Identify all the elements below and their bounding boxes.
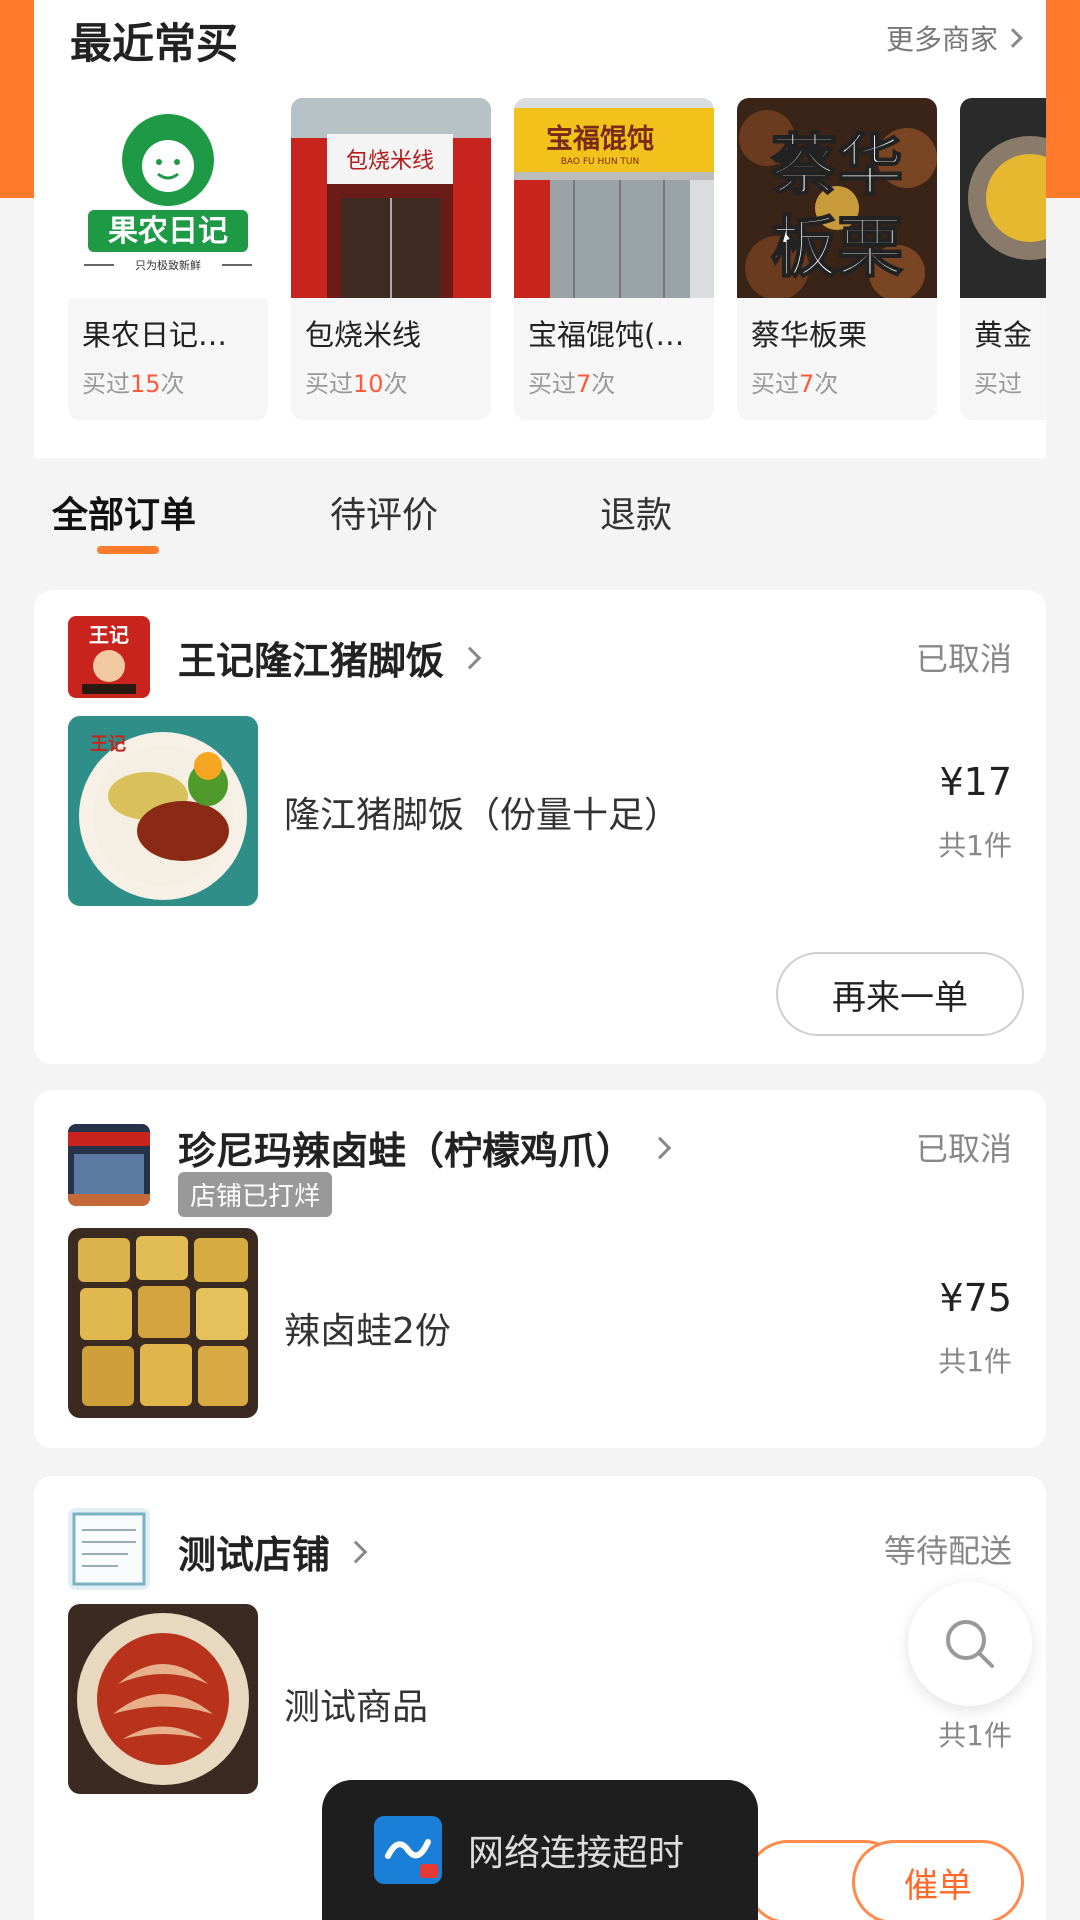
order-status: 等待配送	[883, 1532, 1012, 1570]
store-buy-count: 买过7次	[751, 370, 839, 398]
store-name: 蔡华板栗	[751, 318, 868, 352]
goods-name: 隆江猪脚饭（份量十足）	[284, 795, 681, 836]
store-buy-count: 买过10次	[305, 370, 408, 398]
goods-image	[68, 1604, 258, 1794]
network-timeout-toast: 网络连接超时	[322, 1780, 758, 1920]
chevron-right-icon	[648, 1136, 672, 1159]
shop-closed-badge: 店铺已打烊	[178, 1172, 333, 1217]
shop-logo-text: 王记	[89, 623, 129, 647]
chevron-right-icon	[1003, 28, 1023, 48]
shop-logo	[68, 1508, 150, 1590]
floating-search-button[interactable]	[908, 1582, 1032, 1706]
order-status: 已取消	[915, 640, 1012, 678]
shop-name: 测试店铺	[178, 1533, 331, 1577]
urge-order-button[interactable]: 催单	[852, 1840, 1024, 1920]
shop-sign-text: 包烧米线	[346, 149, 434, 174]
store-photo-text-1: 蔡华	[771, 127, 903, 204]
order-quantity: 共1件	[938, 1345, 1012, 1378]
store-card-baoshaomixian[interactable]: 包烧米线 包烧米线 买过10次	[291, 98, 491, 420]
chevron-right-icon	[458, 646, 482, 669]
shop-sign-text: 宝福馄饨	[546, 123, 654, 155]
store-card-caihuabanli[interactable]: 蔡华 板栗 蔡华板栗 买过7次	[737, 98, 937, 420]
tab-all-orders[interactable]: 全部订单	[52, 486, 196, 538]
store-photo: 宝福馄饨 BAO FU HUN TUN	[514, 98, 714, 298]
store-buy-count: 买过15次	[82, 370, 185, 398]
store-photo	[960, 98, 1046, 298]
recent-stores-section: 最近常买 更多商家 果农日记 只为极致新鲜 果农日记… 买过15次 包烧米线 包…	[34, 0, 1046, 458]
tab-to-review[interactable]: 待评价	[330, 486, 438, 538]
store-card-baofuhuntun[interactable]: 宝福馄饨 BAO FU HUN TUN 宝福馄饨(… 买过7次	[514, 98, 714, 420]
shop-sign-subtext: BAO FU HUN TUN	[561, 157, 640, 167]
goods-name: 辣卤蛙2份	[284, 1311, 451, 1352]
shop-logo: 王记	[68, 616, 150, 698]
store-name: 黄金	[974, 318, 1033, 352]
store-card-guonongriji[interactable]: 果农日记 只为极致新鲜 果农日记… 买过15次	[68, 98, 268, 420]
more-stores-link[interactable]: 更多商家	[885, 18, 1023, 58]
tab-refund[interactable]: 退款	[600, 486, 672, 538]
order-status: 已取消	[915, 1130, 1012, 1168]
store-logo: 果农日记 只为极致新鲜	[68, 98, 268, 298]
orange-header-edge-left	[0, 0, 34, 198]
store-photo-text-2: 板栗	[771, 209, 903, 286]
recent-stores-list[interactable]: 果农日记 只为极致新鲜 果农日记… 买过15次 包烧米线 包烧米线 买过10次 …	[68, 98, 1046, 420]
shop-name: 王记隆江猪脚饭	[178, 639, 445, 683]
chevron-right-icon	[344, 1540, 368, 1563]
active-tab-indicator	[97, 546, 159, 554]
store-name: 果农日记…	[82, 318, 228, 352]
goods-image: 王记	[68, 716, 258, 906]
order-tabs: 全部订单 待评价 退款	[0, 458, 1080, 568]
order-quantity: 共1件	[938, 1719, 1012, 1752]
search-icon	[946, 1620, 994, 1668]
shop-logo	[68, 1124, 150, 1206]
order-price: ¥17	[939, 760, 1012, 804]
store-photo: 包烧米线	[291, 98, 491, 298]
recent-title: 最近常买	[70, 19, 239, 68]
store-card-huangjin[interactable]: 黄金 买过	[960, 98, 1046, 420]
goods-image	[68, 1228, 258, 1418]
toast-text: 网络连接超时	[468, 1833, 685, 1874]
goods-image-mark: 王记	[90, 734, 126, 755]
store-buy-count: 买过	[974, 370, 1022, 398]
store-logo-subtext: 只为极致新鲜	[135, 258, 201, 272]
order-card[interactable]: 王记 王记隆江猪脚饭 已取消 王记 隆江猪脚饭（份量十足） ¥17 共1件 再来…	[34, 590, 1046, 1064]
store-logo-text: 果农日记	[108, 214, 228, 249]
shop-name-link[interactable]: 珍尼玛辣卤蛙（柠檬鸡爪）	[178, 1120, 672, 1175]
shop-name: 珍尼玛辣卤蛙（柠檬鸡爪）	[178, 1129, 635, 1173]
order-price: ¥75	[939, 1276, 1012, 1320]
goods-name: 测试商品	[284, 1687, 429, 1728]
orange-header-edge-right	[1046, 0, 1080, 198]
store-photo: 蔡华 板栗	[737, 98, 937, 298]
order-card[interactable]: 珍尼玛辣卤蛙（柠檬鸡爪） 店铺已打烊 已取消 辣卤蛙2份 ¥75 共1件	[34, 1090, 1046, 1448]
more-stores-label: 更多商家	[885, 23, 998, 56]
order-quantity: 共1件	[938, 829, 1012, 862]
shop-name-link[interactable]: 王记隆江猪脚饭	[178, 630, 482, 685]
store-name: 宝福馄饨(…	[528, 318, 685, 352]
app-logo-icon	[374, 1816, 442, 1884]
store-name: 包烧米线	[305, 318, 422, 352]
shop-name-link[interactable]: 测试店铺	[178, 1524, 368, 1579]
reorder-button[interactable]: 再来一单	[776, 952, 1024, 1036]
store-buy-count: 买过7次	[528, 370, 616, 398]
